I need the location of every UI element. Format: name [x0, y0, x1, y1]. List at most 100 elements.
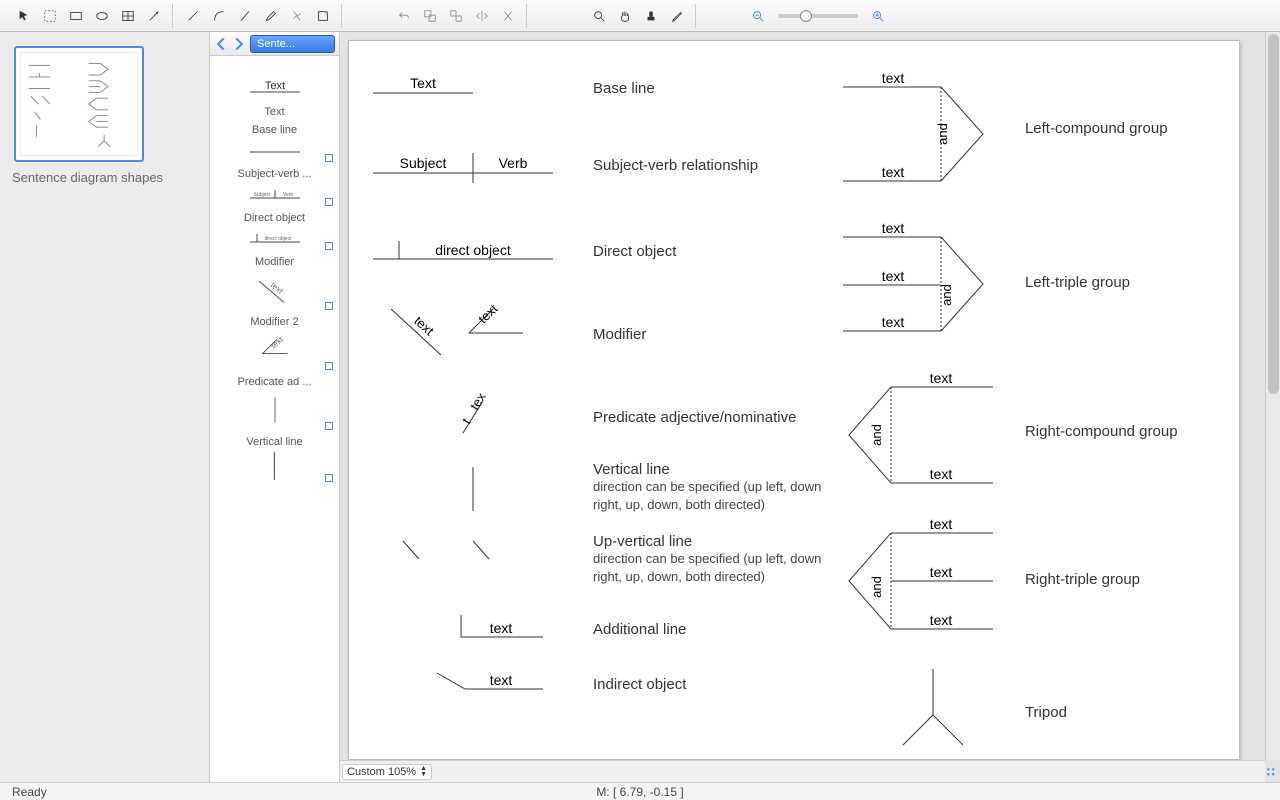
vertical-scrollbar[interactable]	[1265, 32, 1280, 760]
svg-text:text: text	[930, 516, 953, 532]
zoom-in-button[interactable]	[866, 5, 890, 27]
lib-item-text[interactable]: Text Text	[210, 60, 339, 120]
canvas-area: Text Base line	[340, 32, 1280, 782]
lib-item-modifier[interactable]: Modifier text	[210, 252, 339, 312]
label-righttriple: Right-triple group	[1013, 571, 1140, 588]
library-body: Text Text Base line Subject-verb ... Sub…	[210, 56, 339, 782]
svg-text:tex: tex	[467, 390, 489, 413]
shape-upverticalline[interactable]	[373, 533, 533, 573]
svg-text:text: text	[490, 672, 513, 688]
stamp-tool[interactable]	[639, 5, 663, 27]
curve-tool[interactable]	[207, 5, 231, 27]
shape-modifier[interactable]: text text	[373, 299, 553, 369]
shape-rightcompound[interactable]: text text and	[843, 373, 993, 485]
label-leftcompound: Left-compound group	[1013, 120, 1168, 137]
lib-item-directobject[interactable]: Direct object direct object	[210, 208, 339, 252]
svg-text:text: text	[882, 314, 905, 330]
svg-text:and: and	[939, 284, 954, 306]
svg-text:Text: Text	[410, 75, 436, 91]
svg-text:text: text	[930, 466, 953, 482]
label-additionalline: Additional line	[593, 621, 833, 638]
line-tool[interactable]	[181, 5, 205, 27]
label-indirectobject: Indirect object	[593, 676, 833, 693]
thumbnail-label: Sentence diagram shapes	[10, 170, 199, 185]
svg-text:text: text	[930, 564, 953, 580]
svg-text:text: text	[882, 220, 905, 236]
svg-text:Verb: Verb	[282, 192, 293, 198]
label-rightcompound: Right-compound group	[1013, 423, 1178, 440]
label-verticalline: Vertical line	[593, 461, 833, 478]
crop-tool[interactable]	[311, 5, 335, 27]
hand-tool[interactable]	[613, 5, 637, 27]
svg-text:text: text	[882, 70, 905, 86]
desc-verticalline: direction can be specified (up left, dow…	[593, 478, 833, 513]
label-predicateadj: Predicate adjective/nominative	[593, 409, 833, 426]
svg-text:t: t	[459, 415, 474, 426]
arrow-tool[interactable]	[142, 5, 166, 27]
shape-library-pane: Sente... Text Text Base line Subject-ver…	[210, 32, 340, 782]
zoom-tool[interactable]	[587, 5, 611, 27]
zoom-out-button[interactable]	[746, 5, 770, 27]
library-back-button[interactable]	[214, 37, 228, 51]
lib-item-predicateadj[interactable]: Predicate ad ...	[210, 372, 339, 432]
svg-text:and: and	[869, 576, 884, 598]
shape-verticalline[interactable]	[373, 461, 523, 517]
diagram-page[interactable]: Text Base line	[348, 40, 1240, 760]
page-thumbnail[interactable]	[14, 46, 144, 162]
thumbnail-pane: Sentence diagram shapes	[0, 32, 210, 782]
table-tool[interactable]	[116, 5, 140, 27]
shape-indirectobject[interactable]: text	[373, 667, 553, 697]
toolbar	[0, 0, 1280, 32]
lib-item-baseline[interactable]: Base line	[210, 120, 339, 164]
shape-leftcompound[interactable]: text text and	[843, 71, 993, 181]
label-tripod: Tripod	[1013, 704, 1067, 721]
shape-tripod[interactable]	[843, 665, 973, 755]
pencil-tool[interactable]	[259, 5, 283, 27]
svg-text:text: text	[882, 164, 905, 180]
label-modifier: Modifier	[593, 326, 833, 343]
shape-righttriple[interactable]: text text text and	[843, 521, 993, 633]
label-upverticalline: Up-vertical line	[593, 533, 833, 550]
connector-tool[interactable]	[233, 5, 257, 27]
label-directobject: Direct object	[593, 243, 833, 260]
shape-baseline[interactable]: Text	[373, 71, 493, 101]
lib-item-modifier2[interactable]: Modifier 2 text	[210, 312, 339, 372]
library-header: Sente...	[210, 32, 339, 56]
lib-item-verticalline[interactable]: Vertical line	[210, 432, 339, 484]
svg-text:text: text	[270, 335, 286, 351]
text-select-tool[interactable]	[38, 5, 62, 27]
library-title-dropdown[interactable]: Sente...	[250, 35, 335, 53]
zoom-level-selector[interactable]: Custom 105% ▲▼	[342, 764, 432, 780]
rect-tool[interactable]	[64, 5, 88, 27]
svg-text:and: and	[869, 424, 884, 446]
resize-corner-icon	[1266, 767, 1278, 779]
svg-text:text: text	[882, 268, 905, 284]
svg-text:text: text	[930, 612, 953, 628]
svg-text:Subject: Subject	[253, 192, 270, 198]
shape-additionalline[interactable]: text	[373, 609, 553, 645]
eyedropper-tool[interactable]	[665, 5, 689, 27]
shape-lefttriple[interactable]: text text text and	[843, 225, 993, 335]
flip-v-tool[interactable]	[496, 5, 520, 27]
svg-text:text: text	[411, 313, 437, 338]
flip-h-tool[interactable]	[470, 5, 494, 27]
zoom-stepper-icon: ▲▼	[420, 766, 427, 778]
label-baseline: Base line	[593, 80, 833, 97]
anchor-tool[interactable]	[285, 5, 309, 27]
label-subjectverb: Subject-verb relationship	[593, 157, 833, 174]
status-text: Ready	[12, 785, 47, 799]
ellipse-tool[interactable]	[90, 5, 114, 27]
ungroup-tool[interactable]	[444, 5, 468, 27]
shape-directobject[interactable]: direct object	[373, 231, 573, 267]
zoom-slider[interactable]	[778, 14, 858, 18]
library-forward-button[interactable]	[232, 37, 246, 51]
shape-predicateadj[interactable]: tex t	[373, 389, 523, 445]
group-tool[interactable]	[418, 5, 442, 27]
cursor-tool[interactable]	[12, 5, 36, 27]
shape-subjectverb[interactable]: Subject Verb	[373, 143, 573, 183]
svg-text:Text: Text	[264, 80, 284, 92]
undo-tool[interactable]	[392, 5, 416, 27]
status-coordinates: M: [ 6.79, -0.15 ]	[596, 785, 683, 799]
svg-text:direct object: direct object	[435, 242, 511, 258]
lib-item-subjectverb[interactable]: Subject-verb ... SubjectVerb	[210, 164, 339, 208]
